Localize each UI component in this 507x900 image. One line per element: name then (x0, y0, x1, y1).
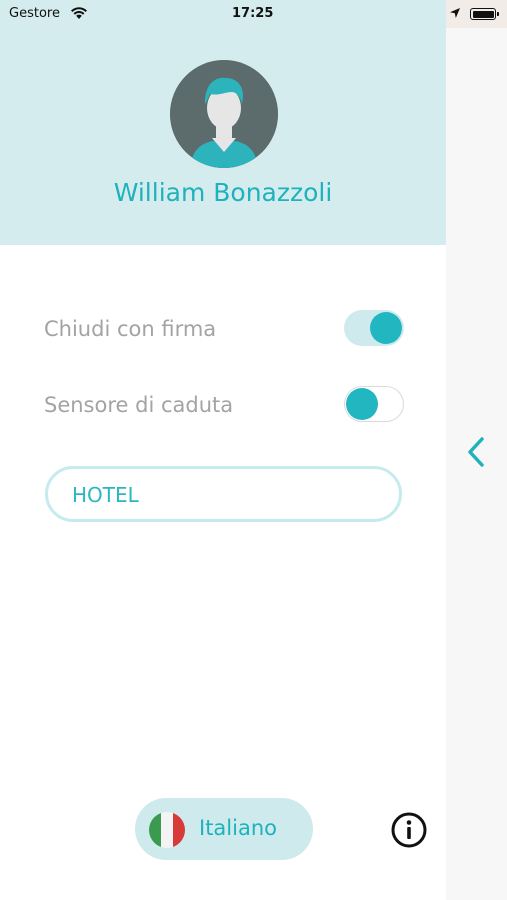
language-label: Italiano (199, 816, 277, 840)
battery-icon (470, 8, 499, 20)
setting-label: Sensore di caduta (44, 393, 234, 417)
carrier-label: Gestore (9, 6, 60, 21)
status-time: 17:25 (232, 6, 274, 21)
avatar-icon[interactable] (170, 60, 278, 168)
chiudi-con-firma-toggle[interactable] (344, 310, 404, 346)
status-bar-left-bg (0, 0, 446, 28)
status-bar: Gestore 17:25 (0, 0, 507, 28)
chevron-left-icon[interactable] (465, 436, 487, 468)
italy-flag-icon (149, 812, 185, 848)
language-button[interactable]: Italiano (135, 798, 313, 860)
profile-header: William Bonazzoli (0, 28, 446, 245)
wifi-icon (71, 7, 87, 19)
setting-row-sensore-di-caduta: Sensore di caduta (44, 385, 404, 425)
setting-label: Chiudi con firma (44, 317, 217, 341)
sensore-di-caduta-toggle[interactable] (344, 386, 404, 422)
location-arrow-icon (450, 8, 460, 18)
toggle-knob (346, 387, 378, 420)
toggle-knob (370, 312, 402, 344)
setting-row-chiudi-con-firma: Chiudi con firma (44, 309, 404, 349)
info-icon[interactable] (391, 812, 427, 848)
hotel-field-value: HOTEL (72, 483, 139, 507)
hotel-field[interactable]: HOTEL (45, 466, 402, 522)
user-name: William Bonazzoli (113, 178, 333, 207)
